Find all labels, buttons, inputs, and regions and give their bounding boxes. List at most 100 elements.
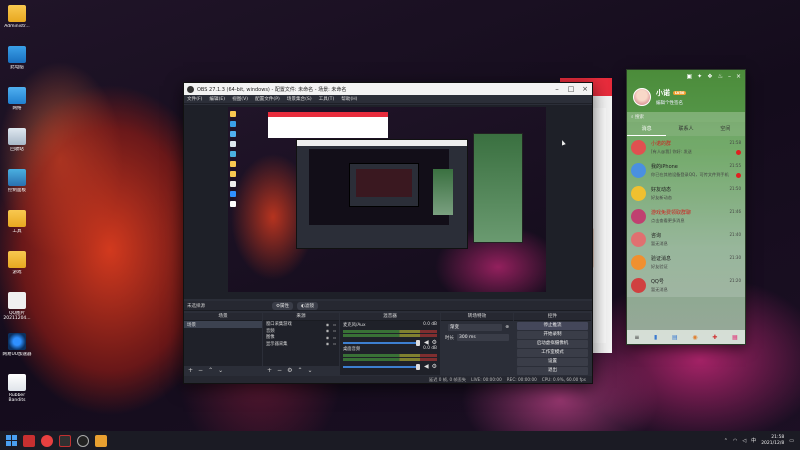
taskbar-browser-icon[interactable] bbox=[23, 434, 35, 447]
clock[interactable]: 21:58 2021/12/8 bbox=[761, 435, 784, 447]
desktop-icon[interactable]: 控制面板 bbox=[0, 166, 34, 206]
qq-signature[interactable]: 编辑个性签名 bbox=[656, 100, 686, 106]
filters-button[interactable]: ◐ 滤镜 bbox=[297, 302, 318, 310]
source-settings-icon[interactable]: ⚙ bbox=[287, 367, 292, 374]
add-source-icon[interactable]: + bbox=[267, 367, 272, 374]
volume-slider[interactable] bbox=[343, 339, 420, 346]
taskbar-game-icon[interactable] bbox=[59, 434, 71, 447]
ime-icon[interactable]: 中 bbox=[751, 437, 756, 444]
scene-up-icon[interactable]: ⌃ bbox=[208, 367, 213, 374]
obs-menu-item[interactable]: 配置文件(P) bbox=[255, 96, 280, 102]
lock-icon[interactable]: ▫ bbox=[333, 341, 336, 346]
gear-icon[interactable]: ⚙ bbox=[432, 339, 437, 346]
control-button[interactable]: 启动虚拟摄像机 bbox=[517, 340, 588, 348]
qq-game-icon[interactable]: ◉ bbox=[692, 334, 697, 341]
taskbar-app-icon[interactable] bbox=[41, 434, 53, 447]
source-item[interactable]: 显示器采集 ◉ ▫ bbox=[263, 341, 339, 348]
desktop-icon[interactable]: Rubber Bandits bbox=[0, 371, 34, 411]
desktop-icon[interactable]: QQ图片20211204... bbox=[0, 289, 34, 329]
desktop-icon[interactable]: 网络 bbox=[0, 84, 34, 124]
speaker-icon[interactable]: ◀ bbox=[424, 363, 429, 370]
duration-input[interactable]: 300 ms bbox=[457, 334, 509, 341]
visibility-eye-icon[interactable]: ◉ bbox=[326, 322, 330, 327]
qq-minimize-icon[interactable]: – bbox=[728, 73, 731, 80]
lock-icon[interactable]: ▫ bbox=[333, 322, 336, 327]
qq-skin-icon[interactable]: ▣ bbox=[686, 73, 692, 80]
source-up-icon[interactable]: ⌃ bbox=[297, 367, 302, 374]
qq-tab[interactable]: 联系人 bbox=[666, 122, 705, 136]
qq-search-input[interactable]: ⌕ 搜索 bbox=[627, 112, 745, 122]
taskbar-obs-icon[interactable] bbox=[77, 434, 89, 447]
scene-down-icon[interactable]: ⌄ bbox=[218, 367, 223, 374]
visibility-eye-icon[interactable]: ◉ bbox=[326, 335, 330, 340]
qq-fire-icon[interactable]: ♨ bbox=[718, 73, 723, 80]
minimize-icon[interactable]: – bbox=[550, 85, 564, 93]
control-button[interactable]: 设置 bbox=[517, 358, 588, 366]
obs-menu-item[interactable]: 帮助(H) bbox=[341, 96, 357, 102]
obs-preview-area[interactable] bbox=[184, 105, 592, 299]
qq-phone-icon[interactable]: ▮ bbox=[654, 334, 657, 341]
obs-menu-item[interactable]: 场景集合(S) bbox=[287, 96, 312, 102]
maximize-icon[interactable]: □ bbox=[564, 85, 578, 93]
obs-menu-item[interactable]: 编辑(E) bbox=[209, 96, 225, 102]
qq-app-icon[interactable]: ✚ bbox=[712, 334, 717, 341]
control-button[interactable]: 工作室模式 bbox=[517, 349, 588, 357]
control-button[interactable]: 停止推流 bbox=[517, 322, 588, 330]
obs-window[interactable]: OBS 27.1.3 (64-bit, windows) - 配置文件: 未命名… bbox=[183, 82, 593, 384]
lock-icon[interactable]: ▫ bbox=[333, 328, 336, 333]
qq-avatar[interactable] bbox=[633, 88, 651, 106]
desktop-icon[interactable]: 网易UU加速器 bbox=[0, 330, 34, 370]
qq-conversation-item[interactable]: 好友动态 好友新动态 21:50 bbox=[627, 182, 745, 205]
speaker-icon[interactable]: ◀ bbox=[424, 339, 429, 346]
transition-add-icon[interactable]: ⊕ bbox=[505, 325, 509, 330]
control-button[interactable]: 退出 bbox=[517, 367, 588, 375]
visibility-eye-icon[interactable]: ◉ bbox=[326, 328, 330, 333]
wifi-icon[interactable]: ◠ bbox=[733, 438, 737, 444]
start-menu-icon[interactable] bbox=[6, 435, 17, 446]
qq-conversation-item[interactable]: QQ号 暂无消息 21:20 bbox=[627, 274, 745, 297]
taskbar-qq-icon[interactable] bbox=[95, 434, 107, 447]
obs-menu-item[interactable]: 工具(T) bbox=[319, 96, 335, 102]
lock-icon[interactable]: ▫ bbox=[333, 335, 336, 340]
qq-profile[interactable]: 小诺 LV50 编辑个性签名 bbox=[627, 82, 745, 112]
properties-button[interactable]: ⚙ 属性 bbox=[272, 302, 294, 310]
obs-title-bar[interactable]: OBS 27.1.3 (64-bit, windows) - 配置文件: 未命名… bbox=[184, 83, 592, 95]
qq-window[interactable]: ▣ ✦ ❖ ♨ – × 小诺 LV50 编辑个性签名 ⌕ 搜索 消息 联系人 空间 小… bbox=[626, 69, 746, 345]
remove-source-icon[interactable]: − bbox=[277, 367, 282, 374]
desktop-icon[interactable]: 游戏 bbox=[0, 248, 34, 288]
close-icon[interactable]: × bbox=[578, 85, 592, 93]
control-button[interactable]: 开始录制 bbox=[517, 331, 588, 339]
qq-more-icon[interactable]: ▦ bbox=[732, 334, 738, 341]
notification-icon[interactable]: ▭ bbox=[789, 438, 794, 444]
qq-gift-icon[interactable]: ❖ bbox=[707, 73, 712, 80]
tray-expand-icon[interactable]: ⌃ bbox=[724, 438, 728, 444]
transition-type-select[interactable]: 渐变 bbox=[448, 324, 503, 331]
volume-slider[interactable] bbox=[343, 363, 420, 370]
qq-conversation-item[interactable]: 我的iPhone 你已在其他设备登录QQ，可传文件到手机 21:55 bbox=[627, 159, 745, 182]
qq-conversation-item[interactable]: 验证消息 好友验证 21:30 bbox=[627, 251, 745, 274]
visibility-eye-icon[interactable]: ◉ bbox=[326, 341, 330, 346]
desktop-icon[interactable]: 回收站 bbox=[0, 125, 34, 165]
qq-star-icon[interactable]: ✦ bbox=[697, 73, 702, 80]
qq-file-icon[interactable]: ▤ bbox=[672, 334, 678, 341]
volume-icon[interactable]: ◁ bbox=[742, 438, 746, 444]
volume-slider-handle[interactable] bbox=[415, 339, 420, 346]
scene-item[interactable]: 场景 bbox=[184, 321, 262, 328]
remove-scene-icon[interactable]: − bbox=[198, 367, 203, 374]
obs-menu-item[interactable]: 视图(V) bbox=[232, 96, 248, 102]
add-scene-icon[interactable]: + bbox=[188, 367, 193, 374]
obs-menu-item[interactable]: 文件(F) bbox=[187, 96, 202, 102]
qq-tab[interactable]: 消息 bbox=[627, 122, 667, 136]
volume-slider-handle[interactable] bbox=[415, 363, 420, 370]
desktop-icon[interactable]: 工具 bbox=[0, 207, 34, 247]
qq-conversation-item[interactable]: 小诺的群 [有人@我] 你好: 发送 21:58 bbox=[627, 136, 745, 159]
qq-tab[interactable]: 空间 bbox=[706, 122, 745, 136]
qq-conversation-item[interactable]: 游戏免费领取群聊 点击查看更多消息 21:46 bbox=[627, 205, 745, 228]
qq-menu-icon[interactable]: ≡ bbox=[634, 334, 639, 341]
gear-icon[interactable]: ⚙ bbox=[432, 363, 437, 370]
qq-close-icon[interactable]: × bbox=[736, 73, 741, 80]
preview-canvas[interactable] bbox=[228, 107, 546, 292]
desktop-icon[interactable]: 此电脑 bbox=[0, 43, 34, 83]
qq-conversation-item[interactable]: 咨询 暂无消息 21:40 bbox=[627, 228, 745, 251]
desktop-icon[interactable]: Administr... bbox=[0, 2, 34, 42]
